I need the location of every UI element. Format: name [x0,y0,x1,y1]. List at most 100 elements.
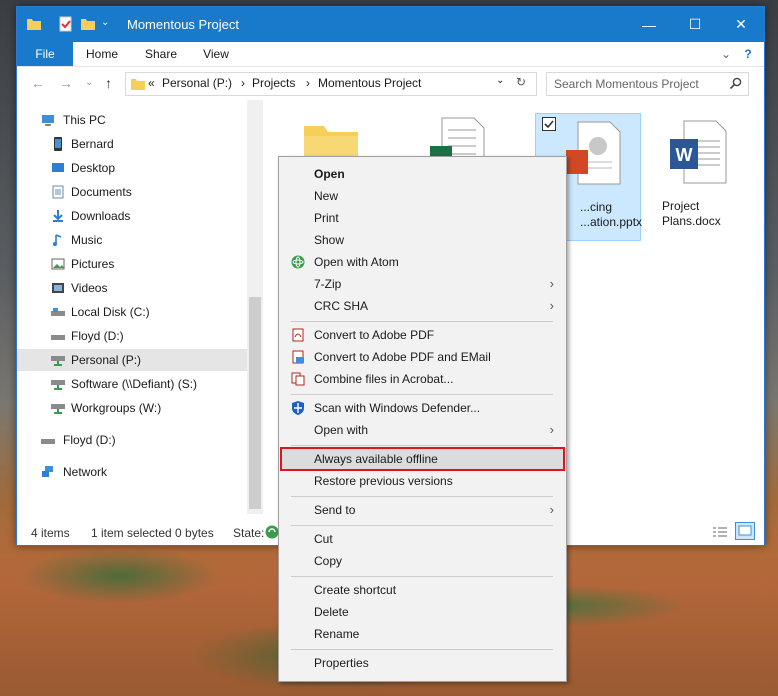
menu-item-label: Always available offline [314,452,438,466]
breadcrumb-overflow[interactable]: « [148,76,155,90]
menu-item-label: Open with [314,423,369,437]
pdf-icon [292,328,304,342]
submenu-arrow-icon: › [549,422,554,437]
sidebar-item-label: Desktop [71,161,116,175]
sidebar-item-personal[interactable]: Personal (P:) [17,349,247,371]
videos-icon [52,283,64,293]
minimize-button[interactable]: — [626,7,672,42]
address-dropdown-icon[interactable]: ⌄ [496,75,504,86]
menu-item-7zip[interactable]: 7-Zip › [281,273,564,295]
sidebar-item-floyd-drive[interactable]: Floyd (D:) [23,325,247,347]
menu-item-label: New [314,189,339,203]
sidebar-item-label: Videos [71,281,108,295]
maximize-button[interactable]: ☐ [672,7,718,42]
recent-locations-button[interactable]: ⌄ [85,77,93,88]
help-icon[interactable]: ? [739,42,757,66]
sidebar-item-workgroups[interactable]: Workgroups (W:) [23,397,247,419]
folder-icon [131,79,145,90]
menu-item-open-with-atom[interactable]: Open with Atom [281,251,564,273]
pc-icon [42,115,54,126]
selection-checkbox-icon[interactable] [542,117,556,131]
pdf-email-icon [292,350,304,364]
menu-item-crc-sha[interactable]: CRC SHA › [281,295,564,317]
sidebar-item-videos[interactable]: Videos [23,277,247,299]
breadcrumb-momentous[interactable]: Momentous Project [318,76,421,90]
menu-item-convert-pdf[interactable]: Convert to Adobe PDF [281,324,564,346]
desktop-icon [52,163,64,172]
menu-item-always-available-offline[interactable]: Always available offline [280,447,565,471]
sidebar-item-music[interactable]: Music [23,229,247,251]
sidebar-item-documents[interactable]: Documents [23,181,247,203]
refresh-button[interactable]: ↻ [516,75,526,89]
properties-check-icon[interactable] [58,16,74,32]
menu-item-restore-previous-versions[interactable]: Restore previous versions [281,470,564,492]
sidebar-item-label: Pictures [71,257,115,271]
menu-item-label: Properties [314,656,369,670]
navigation-row: ← → ⌄ ↑ « Personal (P:) › Projects › Mom… [17,67,764,99]
close-button[interactable]: ✕ [718,7,764,42]
sidebar-item-network[interactable]: Network [23,461,247,483]
back-button[interactable]: ← [31,75,45,91]
new-folder-icon[interactable] [80,16,96,32]
search-icon[interactable] [729,77,742,90]
file-name: ...cing [580,200,613,214]
menu-item-label: Rename [314,627,360,641]
sidebar-item-downloads[interactable]: Downloads [23,205,247,227]
expand-ribbon-icon[interactable]: ⌄ [717,42,735,66]
menu-item-create-shortcut[interactable]: Create shortcut [281,579,564,601]
sidebar-item-this-pc[interactable]: This PC [23,109,247,131]
menu-item-cut[interactable]: Cut [281,528,564,550]
sidebar-item-floyd-root[interactable]: Floyd (D:) [23,429,247,451]
file-docx[interactable]: W Project Plans.docx [650,113,754,239]
sidebar-item-label: Personal (P:) [71,353,142,367]
sidebar-item-desktop[interactable]: Desktop [23,157,247,179]
downloads-icon [53,210,63,222]
tab-file[interactable]: File [17,42,73,66]
menu-item-open-with[interactable]: Open with › [281,419,564,441]
search-input[interactable]: Search Momentous Project [554,77,699,91]
menu-separator [291,649,553,650]
menu-item-send-to[interactable]: Send to › [281,499,564,521]
menu-item-new[interactable]: New [281,185,564,207]
menu-item-delete[interactable]: Delete [281,601,564,623]
sidebar-item-software[interactable]: Software (\\Defiant) (S:) [23,373,247,395]
customize-toolbar-icon[interactable]: ⌄ [101,17,117,33]
menu-item-properties[interactable]: Properties [281,652,564,674]
acrobat-combine-icon [291,372,305,386]
menu-item-rename[interactable]: Rename [281,623,564,645]
menu-item-label: Print [314,211,339,225]
large-icons-view-icon[interactable] [735,522,755,540]
menu-item-open[interactable]: Open [281,163,564,185]
menu-item-convert-pdf-email[interactable]: Convert to Adobe PDF and EMail [281,346,564,368]
sidebar-item-local-disk[interactable]: Local Disk (C:) [23,301,247,323]
tab-share[interactable]: Share [135,42,187,66]
breadcrumb-projects[interactable]: Projects [252,76,295,90]
sidebar-item-label: Software (\\Defiant) (S:) [71,377,198,391]
tab-view[interactable]: View [193,42,239,66]
sidebar-item-bernard[interactable]: Bernard [23,133,247,155]
sidebar-scroll-thumb[interactable] [249,297,261,509]
svg-text:W: W [676,145,693,165]
details-view-icon[interactable] [712,525,728,539]
address-bar[interactable]: « Personal (P:) › Projects › Momentous P… [125,72,537,96]
menu-item-label: Show [314,233,345,247]
menu-item-print[interactable]: Print [281,207,564,229]
menu-item-label: Cut [314,532,333,546]
sidebar-item-label: Local Disk (C:) [71,305,150,319]
atom-icon [291,255,305,269]
breadcrumb-personal[interactable]: Personal (P:) [162,76,232,90]
menu-item-scan-defender[interactable]: Scan with Windows Defender... [281,397,564,419]
menu-separator [291,394,553,395]
menu-item-label: Open [314,167,345,181]
sidebar-item-pictures[interactable]: Pictures [23,253,247,275]
menu-item-copy[interactable]: Copy [281,550,564,572]
tab-home[interactable]: Home [77,42,127,66]
phone-icon [54,137,62,151]
up-button[interactable]: ↑ [105,75,112,91]
forward-button[interactable]: → [59,75,73,91]
sidebar-item-label: This PC [63,113,106,127]
menu-item-combine-acrobat[interactable]: Combine files in Acrobat... [281,368,564,390]
search-box[interactable]: Search Momentous Project [546,72,749,96]
menu-item-show[interactable]: Show [281,229,564,251]
item-count: 4 items [31,526,70,540]
